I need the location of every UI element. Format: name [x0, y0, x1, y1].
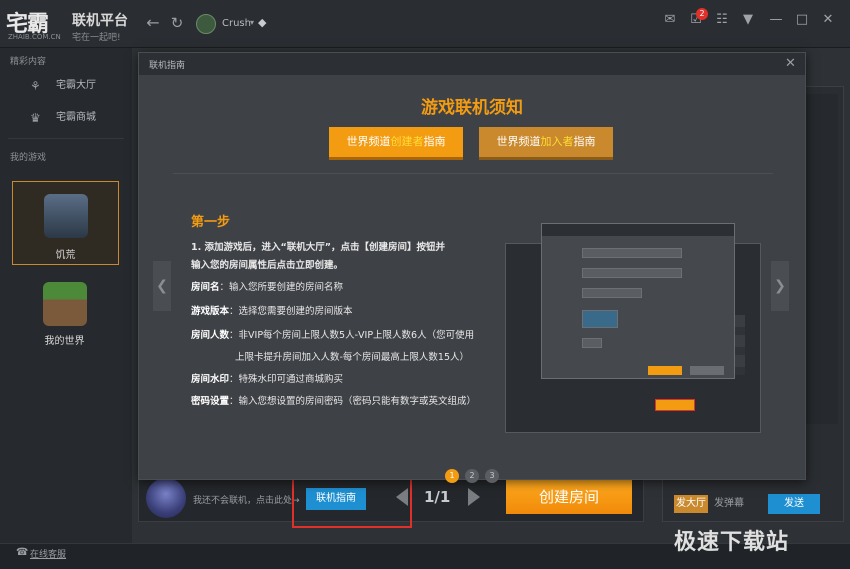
- dont-starve-icon: [44, 194, 88, 238]
- notification-badge: 2: [696, 8, 708, 20]
- chevron-down-icon[interactable]: ▾: [250, 18, 254, 27]
- screenshot-toggle: [582, 338, 602, 348]
- guide-screenshot: [505, 195, 775, 435]
- step-instruction: 输入您的房间属性后点击立即创建。: [191, 260, 344, 271]
- field-desc: ：输入您所要创建的房间名称: [219, 282, 344, 293]
- page-dot-3[interactable]: 3: [485, 469, 499, 483]
- game-card-dont-starve[interactable]: 饥荒: [12, 181, 119, 265]
- page-indicator: 1/1: [424, 488, 451, 506]
- maximize-icon[interactable]: □: [794, 12, 810, 28]
- field-desc: ：非VIP每个房间上限人数5人-VIP上限人数6人（您可使用: [229, 330, 475, 341]
- step-instruction: 1. 添加游戏后，进入“联机大厅”，点击【创建房间】按钮并: [191, 242, 446, 253]
- user-name[interactable]: Crush: [222, 18, 251, 29]
- field-name: 密码设置: [191, 396, 230, 407]
- diamond-icon[interactable]: ◆: [258, 16, 266, 29]
- field-desc: ：选择您需要创建的房间版本: [229, 306, 353, 317]
- sidebar-item-label: 宅霸大厅: [56, 80, 96, 91]
- helper-text: 我还不会联机，点击此处→: [193, 496, 300, 506]
- slogan: 宅在一起吧!: [72, 33, 121, 43]
- mail-icon[interactable]: ✉: [662, 12, 678, 28]
- field-name: 房间名: [191, 282, 220, 293]
- field-row: 房间水印：特殊水印可通过商城购买: [191, 371, 343, 385]
- field-desc: ：输入您想设置的房间密码（密码只能有数字或英文组成）: [229, 396, 477, 407]
- tab-creator-guide[interactable]: 世界频道创建者指南: [329, 127, 463, 157]
- tab-joiner-guide[interactable]: 世界频道加入者指南: [479, 127, 613, 157]
- sidebar-section-my-games: 我的游戏: [10, 153, 47, 163]
- divider: [173, 173, 773, 174]
- user-avatar[interactable]: [196, 14, 216, 34]
- tab-hall[interactable]: 发大厅: [674, 495, 708, 513]
- tab-bullet[interactable]: 发弹幕: [712, 495, 746, 513]
- sidebar-item-label: 宅霸商城: [56, 112, 96, 123]
- page-dot-2[interactable]: 2: [465, 469, 479, 483]
- screenshot-field: [582, 288, 642, 298]
- tab-highlight: 创建者: [390, 135, 424, 148]
- field-row: 房间名：输入您所要创建的房间名称: [191, 279, 343, 293]
- refresh-icon[interactable]: ↻: [168, 14, 186, 32]
- minecraft-icon: [43, 282, 87, 326]
- helper-avatar: [146, 478, 186, 518]
- logo-domain: ZHAIB.COM.CN: [8, 33, 61, 41]
- field-row: 密码设置：输入您想设置的房间密码（密码只能有数字或英文组成）: [191, 393, 476, 407]
- tab-text: 世界频道: [346, 135, 391, 148]
- game-card-minecraft[interactable]: 我的世界: [12, 270, 119, 354]
- crown-icon: ♛: [30, 111, 41, 125]
- field-row: 上限卡提升房间加入人数-每个房间最高上限人数15人）: [235, 349, 469, 363]
- back-arrow-icon[interactable]: ←: [144, 14, 162, 32]
- screenshot-field: [582, 248, 682, 258]
- sidebar-section-featured: 精彩内容: [10, 57, 47, 67]
- minimize-icon[interactable]: —: [768, 12, 784, 28]
- sidebar: 精彩内容 ⚘ 宅霸大厅 ♛ 宅霸商城 我的游戏 饥荒 我的世界: [0, 48, 132, 543]
- sidebar-divider: [8, 138, 124, 139]
- watermark: 极速下载站: [674, 530, 790, 555]
- platform-name: 联机平台: [72, 13, 128, 29]
- gamepad-icon: ⚘: [30, 79, 41, 93]
- field-row: 房间人数：非VIP每个房间上限人数5人-VIP上限人数6人（您可使用: [191, 327, 474, 341]
- skin-shirt-icon[interactable]: ☷: [714, 12, 730, 28]
- field-row: 游戏版本：选择您需要创建的房间版本: [191, 303, 353, 317]
- step-title: 第一步: [191, 215, 231, 230]
- tab-highlight: 加入者: [540, 135, 574, 148]
- screenshot-watermark-thumb: [582, 310, 618, 328]
- field-desc: ：特殊水印可通过商城购买: [229, 374, 344, 385]
- close-icon[interactable]: ✕: [820, 12, 836, 28]
- headset-icon: ☎: [16, 547, 29, 558]
- app-logo: 宅霸 ZHAIB.COM.CN 联机平台 宅在一起吧!: [6, 6, 136, 43]
- chevron-left-icon[interactable]: ❮: [153, 261, 171, 311]
- close-icon[interactable]: ✕: [785, 56, 796, 71]
- screenshot-confirm: [648, 366, 682, 375]
- title-bar: 宅霸 ZHAIB.COM.CN 联机平台 宅在一起吧! ← ↻ Crush ▾ …: [0, 0, 850, 48]
- screenshot-field: [582, 268, 682, 278]
- field-name: 房间人数: [191, 330, 230, 341]
- next-page-arrow-icon[interactable]: [468, 488, 480, 506]
- menu-dropdown-icon[interactable]: ▼: [740, 12, 756, 28]
- sidebar-item-lobby[interactable]: ⚘ 宅霸大厅: [30, 76, 120, 96]
- guide-heading: 游戏联机须知: [421, 98, 523, 118]
- tab-text: 指南: [573, 135, 596, 148]
- prev-page-arrow-icon[interactable]: [396, 488, 408, 506]
- screenshot-cancel: [690, 366, 724, 375]
- modal-header: 联机指南 ✕: [139, 53, 805, 75]
- field-desc: 上限卡提升房间加入人数-每个房间最高上限人数15人）: [235, 352, 470, 363]
- send-button[interactable]: 发送: [768, 494, 820, 514]
- tab-text: 指南: [423, 135, 446, 148]
- guide-modal: 联机指南 ✕ 游戏联机须知 世界频道创建者指南 世界频道加入者指南 ❮ ❯ 第一…: [138, 52, 806, 483]
- screenshot-create-button: [655, 399, 695, 411]
- create-room-button[interactable]: 创建房间: [506, 480, 632, 514]
- tab-text: 世界频道: [496, 135, 541, 148]
- page-dot-1[interactable]: 1: [445, 469, 459, 483]
- screenshot-create-dialog: [541, 223, 735, 379]
- modal-body: 游戏联机须知 世界频道创建者指南 世界频道加入者指南 ❮ ❯ 第一步 1. 添加…: [139, 75, 805, 483]
- screenshot-dialog-header: [542, 224, 734, 236]
- modal-title: 联机指南: [149, 61, 186, 71]
- online-service-link[interactable]: 在线客服: [30, 547, 66, 560]
- field-name: 游戏版本: [191, 306, 230, 317]
- sidebar-item-store[interactable]: ♛ 宅霸商城: [30, 108, 120, 128]
- field-name: 房间水印: [191, 374, 230, 385]
- game-label: 我的世界: [44, 336, 85, 347]
- game-label: 饥荒: [55, 250, 76, 261]
